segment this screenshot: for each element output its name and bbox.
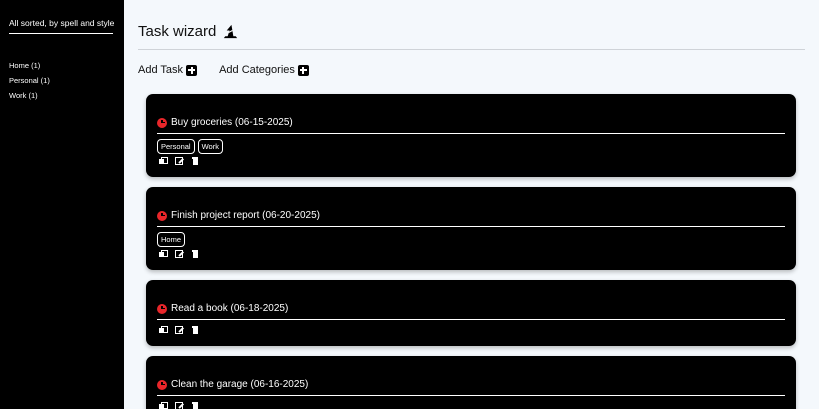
task-divider [157, 319, 785, 320]
clock-icon [157, 379, 167, 390]
trash-icon[interactable] [191, 402, 199, 409]
task-header: Buy groceries (06-15-2025) [157, 117, 293, 128]
edit-icon[interactable] [175, 157, 183, 165]
edit-icon[interactable] [175, 326, 183, 334]
copy-icon[interactable] [159, 326, 168, 334]
task-actions [159, 157, 207, 165]
task-divider [157, 226, 785, 227]
add-task-button[interactable]: Add Task [138, 64, 198, 76]
edit-icon[interactable] [175, 402, 183, 409]
copy-icon[interactable] [159, 157, 168, 165]
task-header: Clean the garage (06-16-2025) [157, 379, 308, 390]
plus-icon [297, 64, 309, 76]
trash-icon[interactable] [191, 250, 199, 258]
task-tags: Home [157, 232, 188, 247]
task-actions [159, 402, 207, 409]
task-tag: Home [157, 232, 186, 247]
task-actions [159, 326, 207, 334]
task-name: Finish project report (06-20-2025) [171, 210, 320, 221]
category-list: Home (1) Personal (1) Work (1) [9, 58, 50, 103]
copy-icon[interactable] [159, 250, 168, 258]
task-card: Finish project report (06-20-2025) Home [146, 187, 796, 270]
clock-icon [157, 210, 167, 221]
edit-icon[interactable] [175, 250, 183, 258]
task-card: Clean the garage (06-16-2025) [146, 356, 796, 409]
header-divider [138, 49, 805, 50]
copy-icon[interactable] [159, 402, 168, 409]
task-name: Buy groceries (06-15-2025) [171, 117, 293, 128]
page-header: Task wizard [138, 22, 240, 41]
task-card: Buy groceries (06-15-2025) Personal Work [146, 94, 796, 177]
task-divider [157, 395, 785, 396]
sidebar-item-work[interactable]: Work (1) [9, 88, 50, 103]
action-bar: Add Task Add Categories [138, 64, 331, 76]
task-divider [157, 133, 785, 134]
task-tag: Personal [157, 139, 195, 154]
plus-icon [186, 64, 198, 76]
task-name: Read a book (06-18-2025) [171, 303, 289, 314]
task-actions [159, 250, 207, 258]
clock-icon [157, 117, 167, 128]
sidebar: All sorted, by spell and style Home (1) … [0, 0, 124, 409]
task-tags: Personal Work [157, 139, 226, 154]
task-card: Read a book (06-18-2025) [146, 280, 796, 346]
main-content: Task wizard Add Task Add Categories Buy … [124, 0, 819, 409]
page-title: Task wizard [138, 23, 217, 40]
trash-icon[interactable] [191, 326, 199, 334]
add-categories-label: Add Categories [219, 64, 295, 76]
trash-icon[interactable] [191, 157, 199, 165]
add-task-label: Add Task [138, 64, 184, 76]
task-tag: Work [197, 139, 223, 154]
task-name: Clean the garage (06-16-2025) [171, 379, 309, 390]
clock-icon [157, 303, 167, 314]
wizard-hat-icon [224, 24, 238, 39]
sidebar-item-home[interactable]: Home (1) [9, 58, 50, 73]
task-header: Read a book (06-18-2025) [157, 303, 288, 314]
task-header: Finish project report (06-20-2025) [157, 210, 320, 221]
add-categories-button[interactable]: Add Categories [219, 64, 309, 76]
sidebar-item-personal[interactable]: Personal (1) [9, 73, 50, 88]
sidebar-tagline: All sorted, by spell and style [9, 18, 114, 34]
